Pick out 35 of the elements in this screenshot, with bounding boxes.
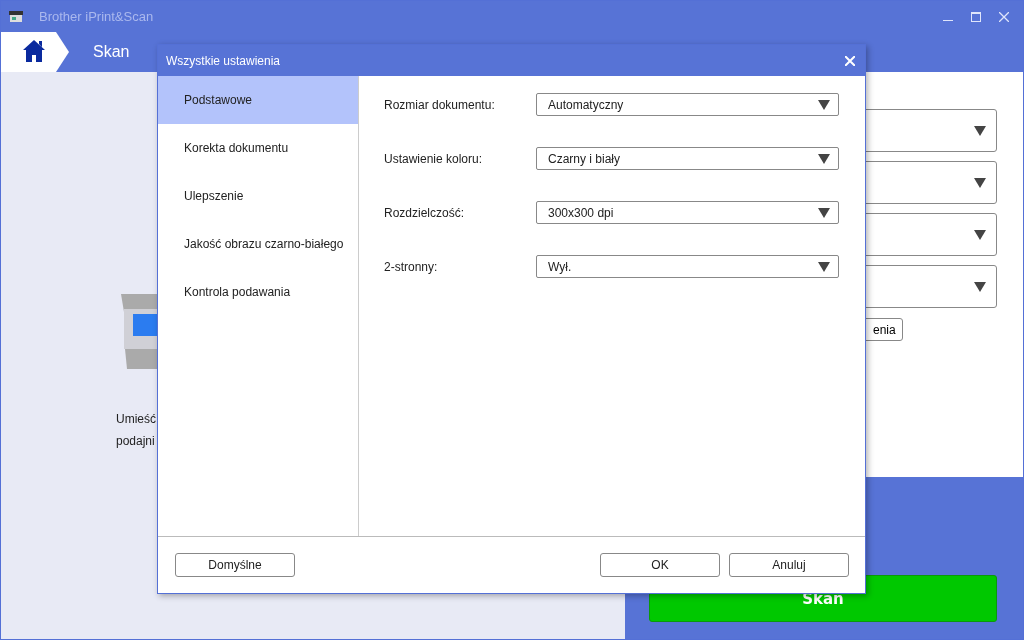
instruction-text: podajni bbox=[116, 433, 155, 450]
cancel-button[interactable]: Anuluj bbox=[729, 553, 849, 577]
dropdown-arrow-icon bbox=[974, 125, 986, 136]
close-button[interactable] bbox=[843, 53, 857, 68]
category-item[interactable]: Ulepszenie bbox=[158, 172, 358, 220]
setting-label: Ustawienie koloru: bbox=[384, 151, 484, 166]
category-item[interactable]: Kontrola podawania bbox=[158, 268, 358, 316]
dropdown-field[interactable]: 300x300 dpi bbox=[536, 201, 839, 224]
setting-label: Rozdzielczość: bbox=[384, 205, 466, 220]
dropdown-arrow-icon bbox=[974, 229, 986, 240]
scanner-icon bbox=[9, 10, 23, 23]
dropdown-arrow-icon bbox=[818, 153, 830, 164]
dialog-title: Wszystkie ustawienia bbox=[166, 53, 281, 68]
window-title: Brother iPrint&Scan bbox=[39, 9, 154, 24]
default-button[interactable]: Domyślne bbox=[175, 553, 295, 577]
category-item[interactable]: Jakość obrazu czarno-białego bbox=[158, 220, 358, 268]
instruction-text: Umieść bbox=[116, 411, 156, 428]
dropdown-arrow-icon bbox=[818, 99, 830, 110]
category-item[interactable]: Podstawowe bbox=[158, 76, 358, 124]
close-icon bbox=[845, 55, 855, 66]
close-icon[interactable] bbox=[999, 11, 1009, 22]
setting-label: Rozmiar dokumentu: bbox=[384, 97, 496, 112]
dropdown-field[interactable]: Wył. bbox=[536, 255, 839, 278]
breadcrumb-label: Skan bbox=[93, 43, 130, 61]
category-item[interactable]: Korekta dokumentu bbox=[158, 124, 358, 172]
dropdown-arrow-icon bbox=[974, 177, 986, 188]
home-tab[interactable] bbox=[1, 32, 71, 72]
maximize-icon[interactable] bbox=[971, 11, 981, 22]
dropdown-arrow-icon bbox=[974, 281, 986, 292]
dropdown-arrow-icon bbox=[818, 261, 830, 272]
dropdown-field[interactable]: Automatyczny bbox=[536, 93, 839, 116]
setting-label: 2-stronny: bbox=[384, 259, 439, 274]
dropdown-field[interactable]: Czarny i biały bbox=[536, 147, 839, 170]
ok-button[interactable]: OK bbox=[600, 553, 720, 577]
dropdown-arrow-icon bbox=[818, 207, 830, 218]
